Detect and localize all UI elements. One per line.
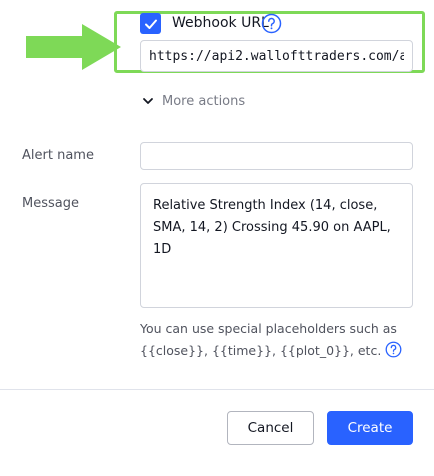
webhook-checkbox[interactable] bbox=[140, 13, 161, 34]
webhook-url-input[interactable] bbox=[140, 40, 413, 72]
placeholder-hint: You can use special placeholders such as… bbox=[140, 318, 420, 362]
alert-name-input[interactable] bbox=[140, 142, 413, 170]
checkmark-icon bbox=[144, 19, 157, 29]
hint-line-1: You can use special placeholders such as bbox=[140, 321, 397, 336]
cancel-button[interactable]: Cancel bbox=[227, 411, 314, 445]
footer-divider bbox=[0, 389, 434, 390]
more-actions-toggle[interactable]: More actions bbox=[142, 91, 245, 111]
hint-line-2-text: {{close}}, {{time}}, {{plot_0}}, etc. bbox=[140, 343, 382, 358]
question-circle-icon[interactable] bbox=[261, 13, 282, 34]
hint-line-2: {{close}}, {{time}}, {{plot_0}}, etc. bbox=[140, 340, 420, 362]
webhook-url-label: Webhook URL bbox=[172, 15, 269, 31]
message-textarea[interactable]: Relative Strength Index (14, close, SMA,… bbox=[140, 183, 413, 308]
chevron-down-icon bbox=[143, 98, 153, 104]
right-arrow-icon bbox=[26, 24, 121, 70]
create-button[interactable]: Create bbox=[327, 411, 413, 445]
message-label: Message bbox=[22, 196, 79, 211]
question-circle-icon[interactable] bbox=[385, 341, 402, 358]
more-actions-label: More actions bbox=[162, 93, 246, 109]
alert-name-label: Alert name bbox=[22, 148, 94, 163]
